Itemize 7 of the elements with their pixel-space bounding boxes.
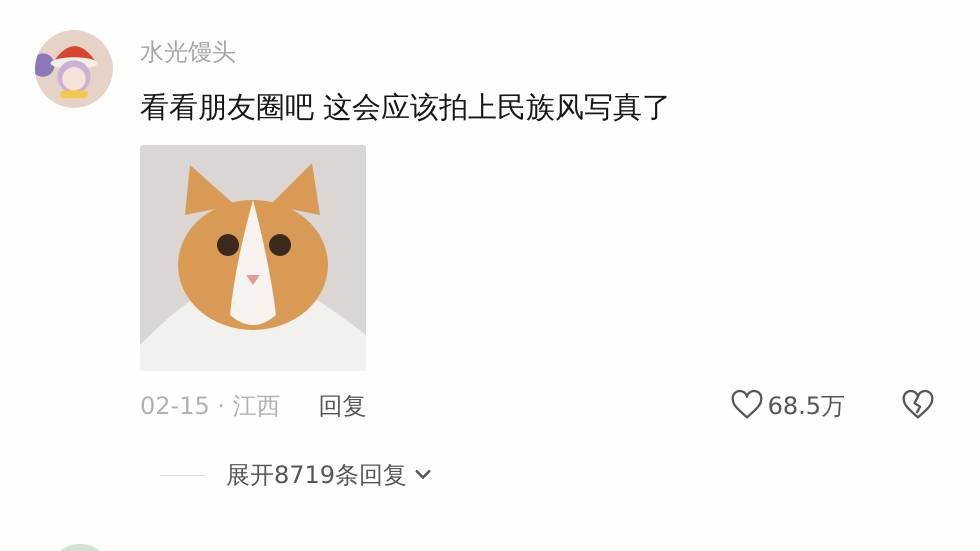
cat-photo-placeholder[interactable] (140, 145, 366, 371)
date-location: 02-15 · 江西 (140, 391, 281, 422)
like-button[interactable]: 68.5万 (730, 389, 845, 423)
avatar[interactable] (35, 30, 113, 108)
expand-replies-link[interactable]: 展开8719条回复 (226, 459, 434, 491)
reply-link[interactable]: 回复 (318, 390, 367, 422)
comment-text: 看看朋友圈吧 这会应该拍上民族风写真了 (140, 89, 672, 126)
